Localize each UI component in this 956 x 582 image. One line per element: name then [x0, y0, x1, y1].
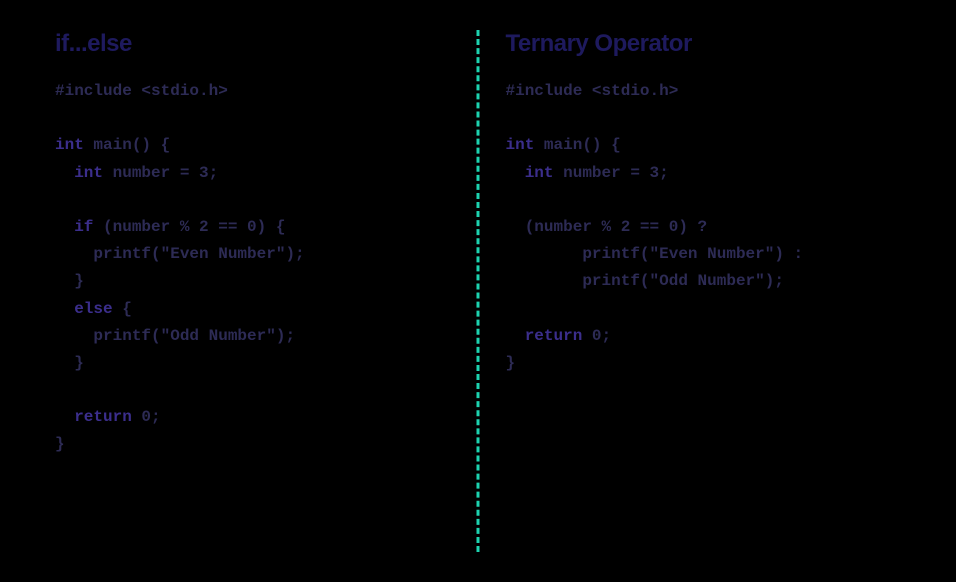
- code-line: return 0;: [506, 323, 902, 350]
- left-panel: if...else #include <stdio.h> int main() …: [55, 30, 471, 552]
- right-heading: Ternary Operator: [506, 30, 902, 58]
- right-code-block: #include <stdio.h> int main() { int numb…: [506, 78, 902, 377]
- code-line: int number = 3;: [55, 160, 451, 187]
- code-line: [55, 105, 451, 132]
- code-line: }: [55, 431, 451, 458]
- code-line: int main() {: [55, 132, 451, 159]
- code-line: printf("Odd Number");: [55, 323, 451, 350]
- code-line: [55, 187, 451, 214]
- left-code-block: #include <stdio.h> int main() { int numb…: [55, 78, 451, 459]
- code-line: [506, 187, 902, 214]
- right-panel: Ternary Operator #include <stdio.h> int …: [471, 30, 902, 552]
- keyword: else: [74, 300, 112, 318]
- keyword: return: [525, 327, 583, 345]
- code-line: }: [55, 268, 451, 295]
- keyword: if: [74, 218, 93, 236]
- left-heading: if...else: [55, 30, 451, 58]
- keyword: int: [525, 164, 554, 182]
- code-line: return 0;: [55, 404, 451, 431]
- code-line: [506, 105, 902, 132]
- keyword: return: [74, 408, 132, 426]
- code-line: int main() {: [506, 132, 902, 159]
- code-line: (number % 2 == 0) ?: [506, 214, 902, 241]
- code-line: printf("Odd Number");: [506, 268, 902, 295]
- code-line: printf("Even Number") :: [506, 241, 902, 268]
- code-line: }: [55, 350, 451, 377]
- code-line: [506, 296, 902, 323]
- vertical-divider: [477, 30, 480, 552]
- keyword: int: [55, 136, 84, 154]
- code-line: if (number % 2 == 0) {: [55, 214, 451, 241]
- code-line: #include <stdio.h>: [506, 78, 902, 105]
- code-line: printf("Even Number");: [55, 241, 451, 268]
- code-line: }: [506, 350, 902, 377]
- code-line: int number = 3;: [506, 160, 902, 187]
- code-line: else {: [55, 296, 451, 323]
- keyword: int: [74, 164, 103, 182]
- code-line: [55, 377, 451, 404]
- code-line: #include <stdio.h>: [55, 78, 451, 105]
- keyword: int: [506, 136, 535, 154]
